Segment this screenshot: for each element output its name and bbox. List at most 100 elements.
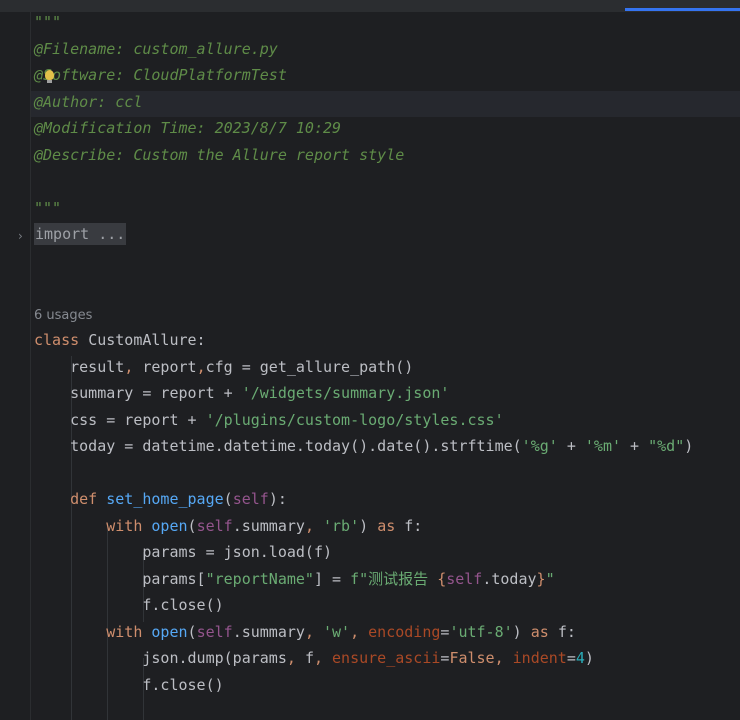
code-token: { <box>437 569 447 588</box>
active-tab-indicator <box>625 8 740 11</box>
code-token: ( <box>223 490 233 508</box>
code-editor[interactable]: """ @Filename: custom_allure.py @Software:… <box>31 12 740 720</box>
code-token: ( <box>187 622 197 641</box>
code-token: self <box>196 516 233 535</box>
code-line[interactable]: class CustomAllure: <box>34 327 206 353</box>
code-token: + <box>557 437 585 455</box>
code-token: f: <box>557 622 576 641</box>
code-token: , <box>196 357 206 376</box>
code-token: def <box>70 490 107 508</box>
code-line[interactable]: params = json.load(f) <box>34 539 332 565</box>
code-token: , <box>304 516 323 535</box>
code-token: self <box>232 490 269 508</box>
code-line[interactable]: f.close() <box>34 672 223 698</box>
code-token: @Author: ccl <box>34 92 143 111</box>
code-token: "reportName" <box>205 569 314 588</box>
code-token: ] = <box>313 569 351 588</box>
code-token: @Describe: Custom the Allure report styl… <box>34 145 405 164</box>
code-token: cfg = get_allure_path() <box>205 357 414 376</box>
code-token: , <box>124 357 143 376</box>
code-token: 4 <box>575 649 585 667</box>
folded-imports[interactable]: import ... <box>34 223 127 245</box>
code-token: result <box>34 357 125 376</box>
code-token: indent <box>512 649 567 667</box>
code-line[interactable]: @Author: ccl <box>34 89 142 115</box>
code-token: , <box>286 649 305 667</box>
code-token: summary = report + <box>34 384 242 402</box>
code-token: self <box>196 622 233 641</box>
code-token: """ <box>34 13 62 31</box>
code-token: , <box>494 649 513 667</box>
code-line[interactable]: @Describe: Custom the Allure report styl… <box>34 142 404 168</box>
code-token: 'rb' <box>323 516 360 535</box>
code-token: encoding <box>368 622 441 641</box>
code-line[interactable]: json.dump(params, f, ensure_ascii = False,… <box>34 645 594 671</box>
code-token: params = json.load(f) <box>34 543 333 561</box>
code-token: """ <box>34 198 62 217</box>
code-line[interactable]: today = datetime.datetime.today().date()… <box>34 433 693 459</box>
code-token: css = report + <box>34 410 206 429</box>
usages-hint[interactable]: 6 usages <box>34 308 92 323</box>
code-line[interactable]: f.close() <box>34 592 224 618</box>
code-token: open <box>151 622 188 641</box>
code-token: ) <box>684 437 694 455</box>
code-token: CustomAllure: <box>88 331 206 349</box>
code-token: , <box>304 622 323 641</box>
fold-arrow-icon[interactable]: › <box>18 228 28 244</box>
code-token: False <box>449 649 495 667</box>
code-token: .summary <box>232 622 305 641</box>
code-line[interactable]: @Modification Time: 2023/8/7 10:29 <box>34 115 341 141</box>
code-line[interactable]: @Software: CloudPlatformTest <box>34 62 287 88</box>
code-token: , <box>350 622 369 641</box>
line-gutter[interactable] <box>0 12 30 720</box>
lightbulb-icon[interactable] <box>45 70 54 83</box>
code-line[interactable]: summary = report + '/widgets/summary.jso… <box>34 380 449 406</box>
code-line[interactable]: result, report,cfg = get_allure_path() <box>34 354 413 380</box>
code-token: open <box>151 516 188 535</box>
code-token: '%g' <box>521 437 558 455</box>
code-token: params[ <box>34 569 206 588</box>
code-token: f <box>304 649 314 667</box>
code-token: set_home_page <box>106 490 224 508</box>
code-token: today = datetime.datetime.today().date()… <box>34 437 522 455</box>
code-token: 'w' <box>323 622 351 641</box>
code-token: report <box>142 357 197 376</box>
code-token: f: <box>404 516 423 535</box>
code-token: "%d" <box>648 437 685 455</box>
code-token: as <box>377 516 405 535</box>
code-token: with <box>106 622 152 641</box>
code-token: + <box>621 437 649 455</box>
code-line[interactable]: with open(self.summary, 'w', encoding='u… <box>34 619 576 645</box>
code-token: @Filename: custom_allure.py <box>34 39 278 58</box>
code-token: @Software: CloudPlatformTest <box>34 66 287 84</box>
code-line[interactable]: import ... <box>34 221 127 247</box>
code-line[interactable]: @Filename: custom_allure.py <box>34 36 278 62</box>
code-token: " <box>545 569 555 588</box>
code-token: } <box>536 569 546 588</box>
code-line[interactable]: params["reportName"] = f"测试报告 {self.toda… <box>34 566 555 592</box>
code-token: self <box>446 569 483 588</box>
code-line[interactable]: with open(self.summary, 'rb') as f: <box>34 513 422 539</box>
code-line[interactable]: css = report + '/plugins/custom-logo/sty… <box>34 407 504 433</box>
code-line[interactable]: """ <box>34 195 61 221</box>
code-token: , <box>313 649 333 667</box>
code-token: .summary <box>232 516 305 535</box>
code-token: class <box>34 331 89 349</box>
code-token: json.dump(params <box>34 649 287 667</box>
code-token: ) <box>584 649 594 667</box>
code-token: '%m' <box>584 437 622 455</box>
code-line[interactable]: """ <box>34 9 61 35</box>
code-line[interactable]: def set_home_page(self): <box>34 486 287 512</box>
code-token: ( <box>187 516 197 535</box>
code-line[interactable]: 6 usages <box>34 301 92 327</box>
code-token: ) <box>512 622 531 641</box>
code-token: ) <box>359 516 378 535</box>
code-token: @Modification Time: 2023/8/7 10:29 <box>34 119 342 137</box>
code-token: ensure_ascii <box>332 649 441 667</box>
code-token: f.close() <box>34 596 224 614</box>
code-token: 'utf-8' <box>449 622 513 641</box>
code-token: '/plugins/custom-logo/styles.css' <box>205 410 504 429</box>
code-token: ): <box>268 490 287 508</box>
